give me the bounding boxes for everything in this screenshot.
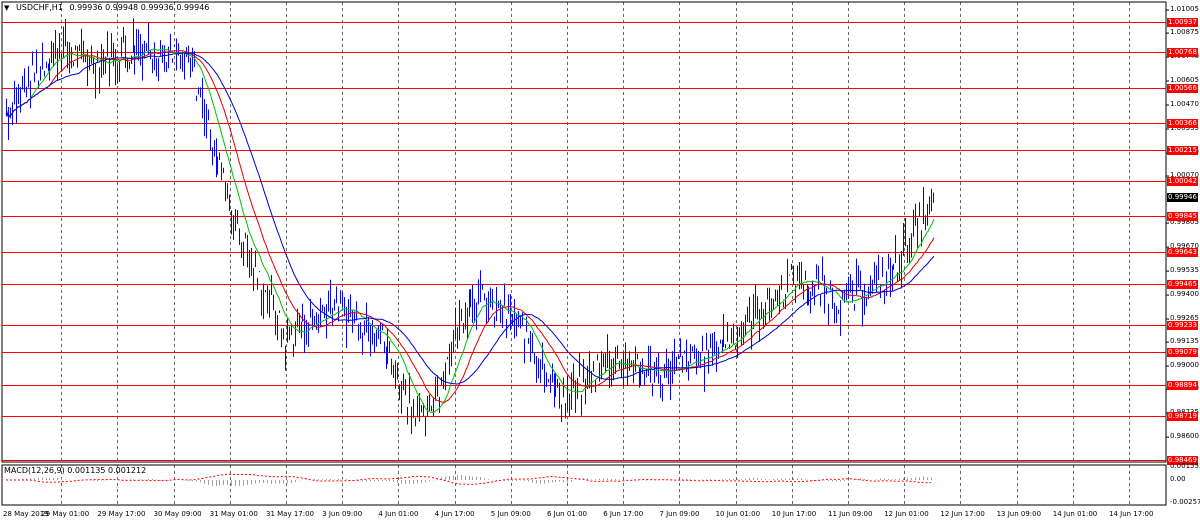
macd-pane-frame	[1, 464, 1167, 506]
time-tick-label: 4 Jun 17:00	[434, 510, 475, 518]
price-tick-label: 0.99000	[1170, 361, 1199, 370]
time-tick-label: 10 Jun 17:00	[771, 510, 817, 518]
macd-tick-label: -0.002571	[1170, 498, 1200, 506]
time-tick-label: 7 Jun 09:00	[659, 510, 700, 518]
time-tick-label: 11 Jun 09:00	[828, 510, 873, 518]
time-tick-label: 31 May 17:00	[266, 510, 315, 518]
level-tag: 1.00215	[1167, 145, 1198, 155]
level-tag: 0.98719	[1167, 411, 1198, 421]
time-tick-label: 31 May 01:00	[209, 510, 258, 518]
level-tag: 0.99233	[1167, 320, 1198, 330]
level-tag: 1.00366	[1167, 118, 1198, 128]
time-tick-label: 3 Jun 09:00	[322, 510, 363, 518]
time-tick-label: 12 Jun 01:00	[884, 510, 929, 518]
level-tag: 0.98894	[1167, 380, 1198, 390]
current-price-tag: 0.99946	[1167, 193, 1198, 203]
price-tick-label: 1.00875	[1170, 28, 1199, 37]
price-tick-label: 0.98600	[1170, 432, 1199, 441]
time-tick-label: 4 Jun 01:00	[378, 510, 419, 518]
level-tag: 1.00937	[1167, 17, 1198, 27]
price-tick-label: 1.00470	[1170, 100, 1199, 108]
price-tick-label: 0.99135	[1170, 337, 1199, 346]
level-tag: 1.00768	[1167, 47, 1198, 57]
macd-tick-label: 0.001553	[1170, 462, 1200, 470]
macd-label: MACD(12,26,9) 0.001135 0.001212	[4, 466, 147, 475]
symbol-header: ▼ USDCHF,H1 0.99936 0.99948 0.99936 0.99…	[4, 3, 209, 12]
macd-tick-label: 0.00	[1170, 475, 1186, 483]
time-tick-label: 5 Jun 09:00	[490, 510, 531, 518]
level-tag: 0.99465	[1167, 279, 1198, 289]
time-tick-label: 14 Jun 01:00	[1052, 510, 1098, 518]
price-chart[interactable]	[0, 0, 1200, 523]
ohlc-values: 0.99936 0.99948 0.99936 0.99946	[69, 3, 210, 12]
time-tick-label: 10 Jun 01:00	[715, 510, 761, 518]
time-tick-label: 29 May 01:00	[41, 510, 90, 518]
time-tick-label: 29 May 17:00	[97, 510, 146, 518]
chart-window[interactable]: ▼ USDCHF,H1 0.99936 0.99948 0.99936 0.99…	[0, 0, 1200, 523]
level-tag: 1.00042	[1167, 176, 1198, 186]
symbol-title: USDCHF,H1	[15, 3, 63, 12]
time-tick-label: 13 Jun 09:00	[996, 510, 1042, 518]
time-tick-label: 30 May 09:00	[153, 510, 202, 518]
time-tick-label: 12 Jun 17:00	[940, 510, 985, 518]
time-tick-label: 14 Jun 17:00	[1109, 510, 1154, 518]
level-tag: 0.99643	[1167, 247, 1198, 257]
time-tick-label: 6 Jun 17:00	[603, 510, 644, 518]
ma-slow-line	[5, 52, 935, 385]
ma-mid-line	[5, 50, 935, 403]
price-pane-frame	[1, 1, 1167, 463]
price-tick-label: 1.01005	[1170, 4, 1199, 13]
level-tag: 0.99079	[1167, 347, 1198, 357]
level-tag: 0.99845	[1167, 211, 1198, 221]
price-tick-label: 0.99400	[1170, 290, 1199, 299]
time-tick-label: 6 Jun 01:00	[547, 510, 588, 518]
price-tick-label: 0.99535	[1170, 266, 1199, 275]
triangle-down-icon[interactable]: ▼	[4, 4, 9, 12]
level-tag: 1.00566	[1167, 83, 1198, 93]
